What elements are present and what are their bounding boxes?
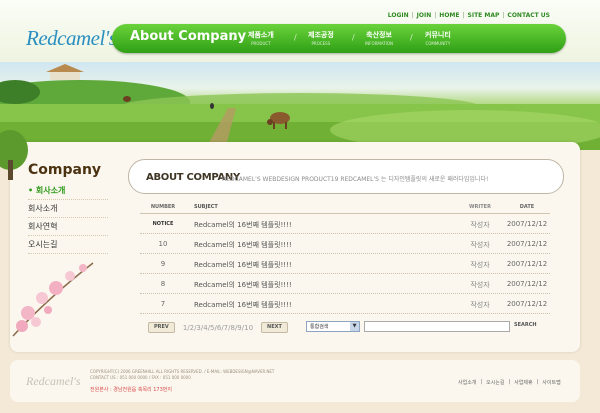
row-subject-link[interactable]: Redcamel의 16번째 템플릿!!!! [194,240,292,250]
row-number: NOTICE [152,221,174,227]
table-row[interactable]: 10 Redcamel의 16번째 템플릿!!!! 작성자 2007/12/12 [140,234,550,254]
table-header: NUMBER SUBJECT WRITER DATE [140,201,550,214]
next-button[interactable]: NEXT [261,322,288,333]
nav-title[interactable]: About Company [130,29,246,44]
board-table: NUMBER SUBJECT WRITER DATE NOTICE Redcam… [140,201,550,314]
row-subject-link[interactable]: Redcamel의 16번째 템플릿!!!! [194,300,292,310]
page-numbers[interactable]: 1/2/3/4/5/6/7/8/9/10 [183,324,253,332]
row-number: 9 [160,260,166,268]
prev-button[interactable]: PREV [148,322,175,333]
top-link-sitemap[interactable]: SITE MAP [468,12,500,19]
row-writer: 작성자 [470,281,490,289]
row-writer: 작성자 [470,261,490,269]
sidebar-item-location[interactable]: 오시는길 [28,236,108,254]
footer-address: 전원본사 : 경남전원읍 축목리 173번지 [90,387,172,393]
top-link-join[interactable]: JOIN [417,12,432,19]
table-row[interactable]: 8 Redcamel의 16번째 템플릿!!!! 작성자 2007/12/12 [140,274,550,294]
footer-logo: Redcamel's [26,374,81,388]
search-type-select[interactable]: 통합검색 ▼ [306,321,360,332]
row-number: 10 [158,240,168,248]
top-link-login[interactable]: LOGIN [388,12,409,19]
sidebar-item-intro-active[interactable]: 회사소개 [28,182,108,200]
footer-link-location[interactable]: 오시는길 [486,379,504,386]
table-row[interactable]: 7 Redcamel의 16번째 템플릿!!!! 작성자 2007/12/12 [140,294,550,314]
pagination: PREV 1/2/3/4/5/6/7/8/9/10 NEXT [148,322,288,333]
table-row[interactable]: NOTICE Redcamel의 16번째 템플릿!!!! 작성자 2007/1… [140,214,550,234]
nav-item-information[interactable]: 축산정보 INFORMATION [365,30,393,46]
row-date: 2007/12/12 [506,300,548,308]
sidebar-item-history[interactable]: 회사연혁 [28,218,108,236]
row-date: 2007/12/12 [506,220,548,228]
header-subject: SUBJECT [194,204,218,210]
footer-links: 사업소개 | 오시는길 | 사업제휴 | 사이트맵 [458,379,561,386]
row-date: 2007/12/12 [506,260,548,268]
header-number: NUMBER [150,204,176,210]
sidebar-item-intro[interactable]: 회사소개 [28,200,108,218]
row-subject-link[interactable]: Redcamel의 16번째 템플릿!!!! [194,220,292,230]
footer-link-business[interactable]: 사업소개 [458,379,476,386]
nav-item-product[interactable]: 제품소개 PRODUCT [248,30,274,46]
footer-link-sitemap[interactable]: 사이트맵 [542,379,560,386]
chevron-down-icon: ▼ [350,322,359,331]
site-logo[interactable]: Redcamel's [26,26,117,51]
search-input[interactable] [364,321,510,332]
header-date: DATE [519,204,535,210]
main-nav: About Company / 제품소개 PRODUCT / 제조공정 PROCES… [112,24,566,53]
header-writer: WRITER [469,204,491,210]
row-number: 7 [160,300,166,308]
footer-link-partnership[interactable]: 사업제휴 [514,379,532,386]
search-button[interactable]: SEARCH [514,322,537,328]
row-date: 2007/12/12 [506,280,548,288]
footer-copyright: COPYRIGHT(C) 2006 GREENHILL ALL RIGHTS R… [90,369,275,380]
row-number: 8 [160,280,166,288]
landscape-banner [0,62,600,150]
row-writer: 작성자 [470,301,490,309]
nav-item-community[interactable]: 커뮤니티 COMMUNITY [425,30,451,46]
farm-illustration [0,64,600,150]
row-subject-link[interactable]: Redcamel의 16번째 템플릿!!!! [194,260,292,270]
top-link-home[interactable]: HOME [439,12,459,19]
page-subtitle: REDCAMEL'S WEBDESIGN PRODUCT19 REDCAMEL'… [222,176,489,183]
top-link-contact[interactable]: CONTACT US [507,12,550,19]
nav-item-process[interactable]: 제조공정 PROCESS [308,30,334,46]
row-date: 2007/12/12 [506,240,548,248]
row-writer: 작성자 [470,221,490,229]
sidebar-menu: 회사소개 회사소개 회사연혁 오시는길 [28,182,108,254]
blossom-decoration [12,262,94,337]
row-writer: 작성자 [470,241,490,249]
row-subject-link[interactable]: Redcamel의 16번째 템플릿!!!! [194,280,292,290]
table-row[interactable]: 9 Redcamel의 16번째 템플릿!!!! 작성자 2007/12/12 [140,254,550,274]
top-links: LOGIN | JOIN | HOME | SITE MAP | CONTACT US [387,12,550,19]
sidebar-title: Company [28,162,102,178]
